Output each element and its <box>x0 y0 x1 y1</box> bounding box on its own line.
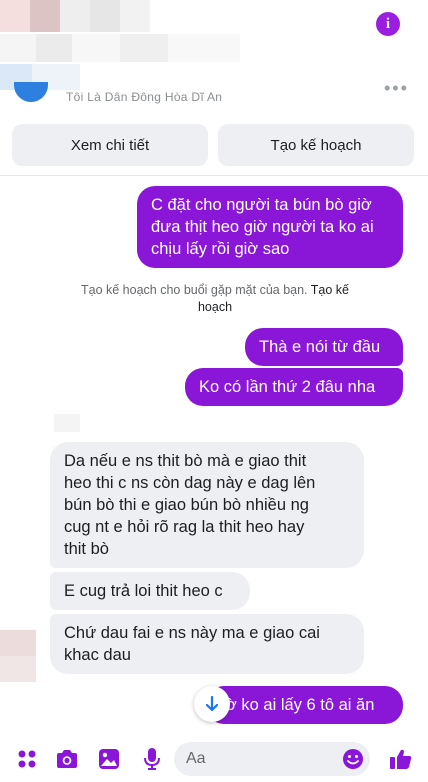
message-line: khac dau <box>64 646 131 664</box>
message-line: Da nếu e ns thit bò mà e giao thit <box>64 452 307 470</box>
conversation-header: i Tôi Là Dân Đông Hòa Dĩ An ••• <box>0 0 428 115</box>
blurred-contact-name <box>0 34 240 62</box>
message-line: cug nt e hỏi rõ rag la thit heo hay <box>64 518 305 536</box>
message-line: chịu lấy rồi giờ sao <box>151 240 290 258</box>
create-plan-button[interactable]: Tạo kế hoạch <box>218 124 414 166</box>
action-row: Xem chi tiết Tạo kế hoạch <box>0 118 428 174</box>
info-icon[interactable]: i <box>376 12 400 36</box>
message-outgoing[interactable]: Thà e nói từ đầu <box>245 328 403 366</box>
message-outgoing[interactable]: Ko có lần thứ 2 đâu nha <box>185 368 403 406</box>
view-details-button[interactable]: Xem chi tiết <box>12 124 208 166</box>
message-line: C đặt cho người ta bún bò giờ <box>151 196 372 214</box>
message-line: thit bò <box>64 540 109 558</box>
plan-hint: Tạo kế hoạch cho buổi gặp mặt của bạn. T… <box>30 282 400 316</box>
message-incoming[interactable]: Chứ dau fai e ns này ma e giao cai khac … <box>50 614 364 674</box>
message-outgoing[interactable]: ờ ko ai lấy 6 tô ai ăn <box>206 686 403 724</box>
arrow-down-icon[interactable] <box>194 686 230 722</box>
message-line: bún bò thi e giao bún bò nhiều ng <box>64 496 309 514</box>
blurred-contact-photo <box>0 0 150 32</box>
message-text: ờ ko ai lấy 6 tô ai ăn <box>226 696 375 714</box>
message-text: Ko có lần thứ 2 đâu nha <box>199 378 376 396</box>
message-text: Thà e nói từ đầu <box>259 338 381 356</box>
group-subtitle: Tôi Là Dân Đông Hòa Dĩ An <box>66 90 223 104</box>
image-icon[interactable] <box>96 746 122 772</box>
blurred-sender-name <box>54 414 80 432</box>
camera-icon[interactable] <box>54 746 80 772</box>
divider <box>0 175 428 176</box>
microphone-icon[interactable] <box>139 746 165 772</box>
create-plan-link-cont[interactable]: hoạch <box>30 299 400 316</box>
create-plan-link[interactable]: Tạo kế <box>311 283 349 297</box>
avatar[interactable] <box>14 82 48 102</box>
message-incoming[interactable]: E cug trả loi thit heo c <box>50 572 250 610</box>
emoji-icon[interactable] <box>340 746 366 772</box>
message-text: E cug trả loi thit heo c <box>64 582 223 600</box>
message-line: Chứ dau fai e ns này ma e giao cai <box>64 624 320 642</box>
hint-text: Tạo kế hoạch cho buổi gặp mặt của bạn. <box>80 283 308 297</box>
more-options-icon[interactable]: ••• <box>384 78 409 99</box>
apps-grid-icon[interactable] <box>14 746 40 772</box>
message-incoming[interactable]: Da nếu e ns thit bò mà e giao thit heo t… <box>50 442 364 568</box>
message-outgoing[interactable]: C đặt cho người ta bún bò giờ đưa thịt h… <box>137 186 403 268</box>
message-line: đưa thịt heo giờ người ta ko ai <box>151 218 374 236</box>
message-line: heo thi c ns còn dag này e dag lên <box>64 474 316 492</box>
blurred-sender-avatar <box>0 630 36 682</box>
thumbs-up-icon[interactable] <box>388 746 414 772</box>
